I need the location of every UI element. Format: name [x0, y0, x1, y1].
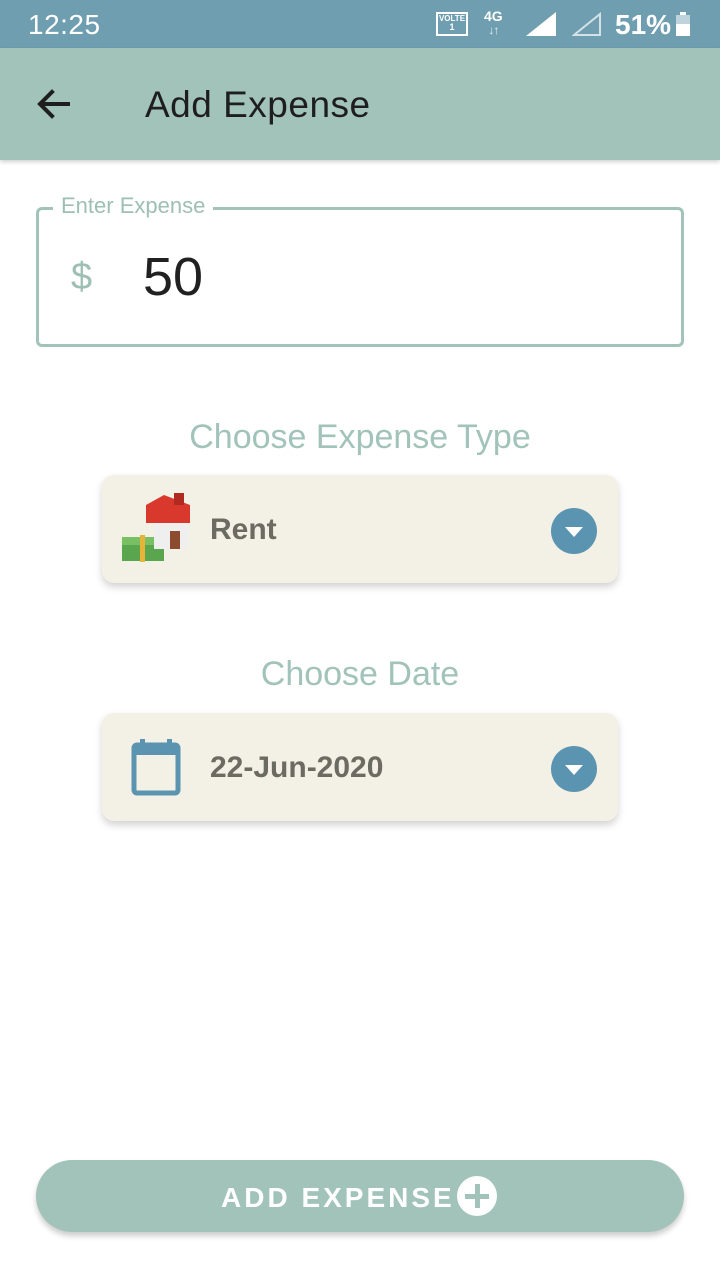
calendar-icon — [131, 739, 181, 796]
currency-symbol: $ — [71, 256, 93, 298]
expense-type-value: Rent — [210, 513, 277, 546]
back-button[interactable] — [34, 84, 74, 124]
battery-percent: 51% — [615, 9, 672, 40]
expense-type-heading: Choose Expense Type — [189, 418, 531, 456]
volte-sim: 1 — [449, 22, 455, 32]
add-expense-button[interactable]: ADD EXPENSE — [36, 1160, 684, 1232]
arrow-left-icon — [37, 89, 70, 119]
signal-empty-icon — [572, 12, 601, 36]
network-type: 4G — [484, 8, 503, 24]
status-time: 12:25 — [28, 9, 101, 40]
chevron-down-icon — [551, 508, 597, 554]
expense-field-label: Enter Expense — [53, 193, 214, 219]
volte-icon: VOLTE 1 — [436, 12, 468, 36]
battery-icon — [676, 12, 690, 36]
expense-type-dropdown[interactable]: Rent — [102, 475, 618, 583]
house-money-icon — [122, 493, 190, 562]
network-arrows: ↓↑ — [488, 23, 499, 37]
date-heading: Choose Date — [260, 655, 460, 693]
date-value: 22-Jun-2020 — [210, 751, 384, 784]
chevron-down-icon — [551, 746, 597, 792]
add-expense-label: ADD EXPENSE — [221, 1182, 455, 1213]
date-dropdown[interactable]: 22-Jun-2020 — [102, 713, 618, 821]
page-title: Add Expense — [145, 84, 371, 125]
signal-full-icon — [526, 12, 556, 36]
expense-amount-input[interactable] — [143, 246, 643, 308]
expense-amount-field[interactable]: Enter Expense $ — [36, 193, 684, 347]
status-bar: 12:25 VOLTE 1 4G ↓↑ 51% — [0, 0, 720, 48]
app-bar: Add Expense — [0, 48, 720, 160]
plus-circle-icon — [457, 1176, 497, 1216]
network-icon: 4G ↓↑ — [484, 9, 503, 37]
